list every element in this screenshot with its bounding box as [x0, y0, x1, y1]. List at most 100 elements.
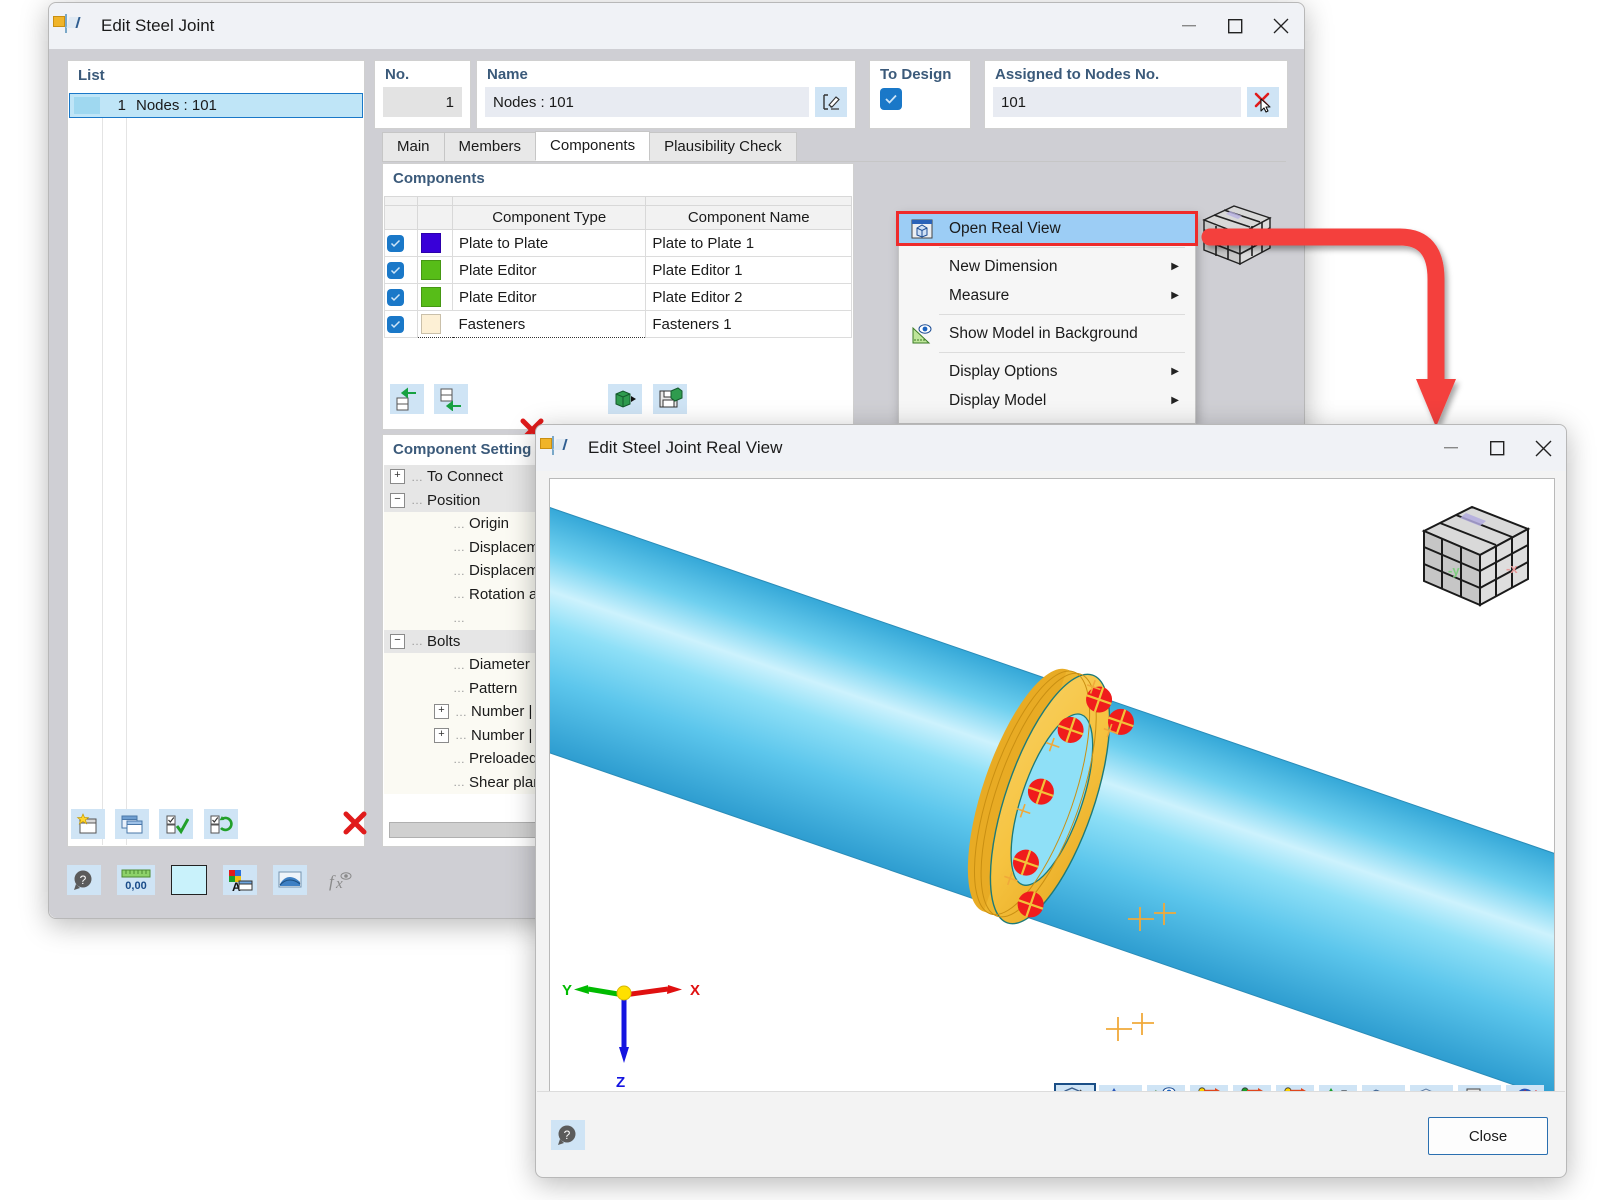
context-menu[interactable]: Open Real View New Dimension ▶ Measure ▶ Show… [896, 211, 1198, 424]
table-row[interactable]: Plate Editor Plate Editor 1 [384, 256, 852, 284]
expand-icon[interactable]: + [390, 469, 405, 485]
tree-connector: … [453, 681, 465, 696]
select-nodes-icon[interactable] [1247, 87, 1279, 117]
edit-pencil-icon[interactable] [815, 87, 847, 117]
row-checkbox[interactable] [384, 229, 418, 257]
real-view-viewport[interactable]: -y -x X Y Z ▼X-YZ-Z▼▼▼ [549, 478, 1555, 1125]
show-model-icon [907, 323, 937, 345]
list-panel-header: List [78, 67, 105, 84]
minimize-button[interactable] [1166, 3, 1212, 49]
to-design-checkbox[interactable] [880, 88, 902, 110]
menu-item-open-real-view[interactable]: Open Real View [896, 211, 1198, 246]
row-component-name: Fasteners 1 [645, 310, 852, 338]
text-display-icon[interactable]: A [223, 865, 257, 895]
components-table[interactable]: Component Type Component Name Plate to P… [384, 196, 852, 338]
maximize-button[interactable] [1474, 425, 1520, 471]
list-panel-toolbar[interactable] [71, 808, 378, 839]
menu-item-display-model[interactable]: Display Model ▶ [899, 386, 1195, 415]
close-button[interactable] [1258, 3, 1304, 49]
tree-connector: … [453, 775, 465, 790]
expand-icon[interactable]: + [434, 704, 449, 720]
assigned-nodes-input[interactable]: 101 [993, 87, 1241, 117]
components-panel: Components Component Type Component Name [382, 163, 854, 442]
svg-text:0,00: 0,00 [125, 880, 146, 892]
submenu-arrow-icon: ▶ [1171, 366, 1179, 377]
col-type-spacer [451, 196, 647, 206]
row-component-type: Fasteners [452, 310, 647, 338]
tree-node-label: Position [427, 491, 481, 509]
menu-item-new-dimension[interactable]: New Dimension ▶ [899, 252, 1195, 281]
name-input[interactable]: Nodes : 101 [485, 87, 809, 117]
import-component-icon[interactable] [608, 384, 643, 414]
main-bottom-toolbar[interactable]: ? 0,00 A fx [67, 865, 363, 895]
check-all-icon[interactable] [159, 809, 194, 839]
render-view-icon[interactable] [273, 865, 307, 895]
tab-plausibility-check[interactable]: Plausibility Check [649, 132, 797, 161]
row-component-name: Plate to Plate 1 [645, 229, 852, 257]
save-component-icon[interactable] [652, 384, 687, 414]
tree-leaf-icon [434, 541, 447, 554]
color-preview-icon[interactable] [171, 865, 207, 895]
main-window-titlebar[interactable]: Edit Steel Joint [49, 3, 1304, 49]
move-component-down-icon[interactable] [434, 384, 469, 414]
help-icon[interactable]: ? [551, 1120, 585, 1150]
formula-icon[interactable]: fx [323, 865, 357, 895]
tree-connector: … [411, 469, 423, 484]
main-window-controls[interactable] [1166, 3, 1304, 49]
header-component-name: Component Name [645, 205, 852, 230]
new-component-icon[interactable] [71, 809, 105, 839]
tab-main[interactable]: Main [382, 132, 445, 161]
real-view-footer [537, 1091, 1565, 1176]
copy-component-icon[interactable] [115, 809, 150, 839]
menu-item-display-options[interactable]: Display Options ▶ [899, 357, 1195, 386]
tree-connector: … [453, 540, 465, 555]
minimize-icon [1182, 25, 1196, 27]
expand-icon[interactable]: + [434, 727, 449, 743]
tree-node-label: Origin [469, 515, 510, 533]
close-button[interactable] [1520, 425, 1566, 471]
tab-members[interactable]: Members [443, 132, 537, 161]
row-component-name: Plate Editor 2 [645, 283, 852, 311]
collapse-icon[interactable]: − [390, 492, 405, 508]
svg-text:?: ? [80, 873, 87, 887]
help-icon[interactable]: ? [67, 865, 101, 895]
minimize-button[interactable] [1428, 425, 1474, 471]
tab-bar[interactable]: Main Members Components Plausibility Che… [382, 131, 1286, 162]
maximize-button[interactable] [1212, 3, 1258, 49]
no-input[interactable]: 1 [383, 87, 462, 117]
menu-item-show-model-in-background[interactable]: Show Model in Background [899, 319, 1195, 348]
header-component-type: Component Type [451, 205, 647, 230]
tree-connector: … [453, 587, 465, 602]
real-view-help-button[interactable]: ? [551, 1120, 591, 1151]
menu-item-label: Measure [949, 286, 1010, 304]
svg-text:-x: -x [1506, 561, 1518, 576]
move-component-up-icon[interactable] [390, 384, 424, 414]
list-item-label: Nodes : 101 [136, 97, 217, 114]
collapse-icon[interactable]: − [390, 633, 405, 649]
table-row[interactable]: Plate Editor Plate Editor 2 [384, 283, 852, 311]
col-check [384, 196, 418, 206]
close-button-footer[interactable]: Close [1428, 1117, 1548, 1155]
to-design-label: To Design [880, 66, 952, 83]
table-row[interactable]: Fasteners Fasteners 1 [384, 310, 852, 338]
row-component-name: Plate Editor 1 [645, 256, 852, 284]
refresh-selection-icon[interactable] [203, 809, 238, 839]
table-row[interactable]: Plate to Plate Plate to Plate 1 [384, 229, 852, 257]
real-view-titlebar[interactable]: Edit Steel Joint Real View [536, 425, 1566, 471]
row-checkbox[interactable] [384, 283, 418, 311]
real-view-controls[interactable] [1428, 425, 1566, 471]
menu-item-measure[interactable]: Measure ▶ [899, 281, 1195, 310]
delete-setting-icon[interactable] [338, 808, 372, 838]
list-item[interactable]: 1 Nodes : 101 [69, 93, 363, 118]
row-component-type: Plate Editor [451, 283, 647, 311]
menu-item-label: New Dimension [949, 257, 1058, 275]
main-window-title: Edit Steel Joint [101, 16, 215, 35]
tree-connector: … [411, 493, 423, 508]
row-checkbox[interactable] [384, 310, 418, 338]
tab-components[interactable]: Components [535, 131, 651, 161]
units-decimal-icon[interactable]: 0,00 [117, 865, 155, 895]
main-view-navigation-cube[interactable]: -x [1190, 200, 1278, 270]
real-view-window[interactable]: Edit Steel Joint Real View -y -x X Y Z ?… [535, 424, 1567, 1178]
tree-leaf-icon [434, 776, 447, 789]
row-checkbox[interactable] [384, 256, 418, 284]
